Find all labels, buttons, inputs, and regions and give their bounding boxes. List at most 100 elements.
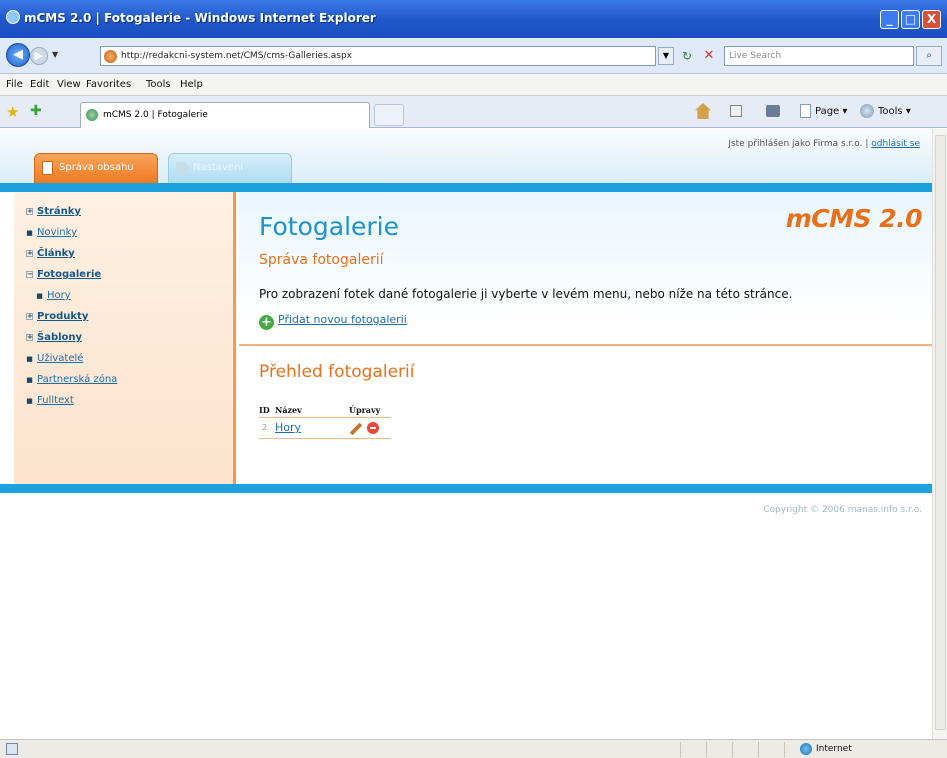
status-divider <box>706 742 707 757</box>
sidebar-item[interactable]: + Stránky <box>26 206 81 217</box>
sidebar-item[interactable]: ■ Fulltext <box>26 395 74 406</box>
stop-icon[interactable]: ✕ <box>700 47 718 65</box>
sidebar-item[interactable]: + Články <box>26 248 75 259</box>
forward-icon[interactable]: ▶ <box>30 47 48 65</box>
menu-favorites[interactable]: Favorites <box>86 79 131 90</box>
site-favicon-icon <box>104 50 117 63</box>
logout-link[interactable]: odhlásit se <box>871 139 920 149</box>
collapse-icon[interactable]: − <box>26 271 33 278</box>
internet-globe-icon <box>800 743 812 755</box>
sidebar-item-label: Partnerská zóna <box>37 374 118 385</box>
menu-bar: File Edit View Favorites Tools Help <box>0 74 947 96</box>
expand-icon[interactable]: + <box>26 313 33 320</box>
sidebar-item-label: Stránky <box>37 206 81 217</box>
sidebar-item[interactable]: + Šablony <box>26 332 82 343</box>
address-text: http://redakcni-system.net/CMS/cms-Galle… <box>121 51 352 61</box>
sidebar-item-label: Články <box>37 248 75 259</box>
tools-icon <box>860 104 874 118</box>
history-dropdown-icon[interactable]: ▼ <box>52 50 58 59</box>
browser-tab[interactable]: mCMS 2.0 | Fotogalerie <box>80 102 370 128</box>
bullet-icon: ■ <box>36 292 43 300</box>
tools-menu-button[interactable]: Tools ▾ <box>878 106 911 117</box>
menu-edit[interactable]: Edit <box>30 79 49 90</box>
sidebar: + Stránky ■ Novinky + Články − Fotogalerie ■ Hory… <box>14 192 236 484</box>
add-gallery-link[interactable]: + Přidat novou fotogalerii <box>259 313 407 330</box>
bullet-icon: ■ <box>26 376 33 384</box>
status-divider <box>784 742 785 757</box>
menu-view[interactable]: View <box>57 79 81 90</box>
window-title: mCMS 2.0 | Fotogalerie - Windows Interne… <box>24 11 376 25</box>
sidebar-item[interactable]: ■ Partnerská zóna <box>26 374 117 385</box>
expand-icon[interactable]: + <box>26 334 33 341</box>
add-favorites-icon[interactable]: ✚ <box>30 103 42 119</box>
sidebar-item[interactable]: + Produkty <box>26 311 88 322</box>
sidebar-item-label: Fotogalerie <box>37 269 102 280</box>
header-id: ID <box>259 405 270 415</box>
home-icon[interactable] <box>695 103 711 119</box>
copyright: Copyright © 2006 manas.info s.r.o. <box>763 505 922 515</box>
user-info: Jste přihlášen jako Firma s.r.o. | odhlá… <box>728 139 920 149</box>
header-name: Název <box>275 405 302 415</box>
sidebar-item-label: Novinky <box>37 227 77 238</box>
print-icon[interactable] <box>766 105 780 117</box>
page-menu-button[interactable]: Page ▾ <box>815 106 847 117</box>
status-divider <box>680 742 681 757</box>
menu-file[interactable]: File <box>6 79 23 90</box>
new-tab-button[interactable] <box>374 104 404 126</box>
search-icon[interactable]: ⌕ <box>916 46 942 66</box>
close-window-button[interactable]: X <box>922 10 941 29</box>
feeds-icon[interactable] <box>730 105 742 117</box>
address-toolbar: ◀ ▶ ▼ http://redakcni-system.net/CMS/cms… <box>0 38 947 74</box>
page-title: Fotogalerie <box>259 212 400 241</box>
section-divider <box>239 344 932 346</box>
back-icon[interactable]: ◀ <box>6 43 30 67</box>
main-content: mCMS 2.0 Fotogalerie Správa fotogalerií … <box>239 192 932 484</box>
scrollbar-thumb[interactable] <box>935 135 946 730</box>
add-gallery-label: Přidat novou fotogalerii <box>278 313 407 326</box>
delete-icon[interactable] <box>367 422 379 434</box>
ie-icon <box>6 10 20 24</box>
search-input[interactable]: Live Search <box>724 46 914 66</box>
status-divider <box>758 742 759 757</box>
tab-bar: ★ ✚ mCMS 2.0 | Fotogalerie Page ▾ Tools … <box>0 96 947 128</box>
window-titlebar: mCMS 2.0 | Fotogalerie - Windows Interne… <box>0 0 947 38</box>
menu-help[interactable]: Help <box>180 79 203 90</box>
sidebar-item[interactable]: ■ Uživatelé <box>26 353 83 364</box>
address-dropdown-icon[interactable]: ▼ <box>658 47 674 65</box>
logged-in-text: Jste přihlášen jako Firma s.r.o. | <box>728 139 872 149</box>
sidebar-item[interactable]: ■ Novinky <box>26 227 77 238</box>
expand-icon[interactable]: + <box>26 208 33 215</box>
zone-text: Internet <box>816 744 852 754</box>
sidebar-item[interactable]: ■ Hory <box>36 290 71 301</box>
tab-settings[interactable]: Nastavení <box>168 153 292 183</box>
sidebar-item-label: Hory <box>47 290 71 301</box>
tab-content-management[interactable]: Správa obsahu <box>34 153 158 183</box>
address-input[interactable]: http://redakcni-system.net/CMS/cms-Galle… <box>100 46 656 66</box>
vertical-scrollbar[interactable] <box>932 129 947 739</box>
minimize-button[interactable]: _ <box>880 10 899 29</box>
bullet-icon: ■ <box>26 355 33 363</box>
edit-icon[interactable] <box>349 422 363 436</box>
footer-band <box>0 484 932 493</box>
row-line <box>259 438 391 439</box>
row-id: 2 <box>262 423 268 432</box>
header-band <box>0 183 932 192</box>
refresh-icon[interactable]: ↻ <box>678 47 696 65</box>
status-divider <box>732 742 733 757</box>
page-icon <box>800 104 811 118</box>
tab-favicon-icon <box>86 109 98 121</box>
bullet-icon: ■ <box>26 229 33 237</box>
sidebar-item-label: Šablony <box>37 332 83 343</box>
menu-tools[interactable]: Tools <box>146 79 171 90</box>
maximize-button[interactable]: □ <box>901 10 920 29</box>
sidebar-item-label: Fulltext <box>37 395 74 406</box>
expand-icon[interactable]: + <box>26 250 33 257</box>
favorites-star-icon[interactable]: ★ <box>6 103 19 121</box>
cms-header: Jste přihlášen jako Firma s.r.o. | odhlá… <box>0 129 932 183</box>
sidebar-item[interactable]: − Fotogalerie <box>26 269 101 280</box>
gallery-name-link[interactable]: Hory <box>275 421 301 434</box>
page-subtitle: Správa fotogalerií <box>259 252 384 268</box>
tab-content-label: Správa obsahu <box>59 162 134 173</box>
document-icon <box>42 161 53 175</box>
intro-text: Pro zobrazení fotek dané fotogalerie ji … <box>259 287 793 301</box>
